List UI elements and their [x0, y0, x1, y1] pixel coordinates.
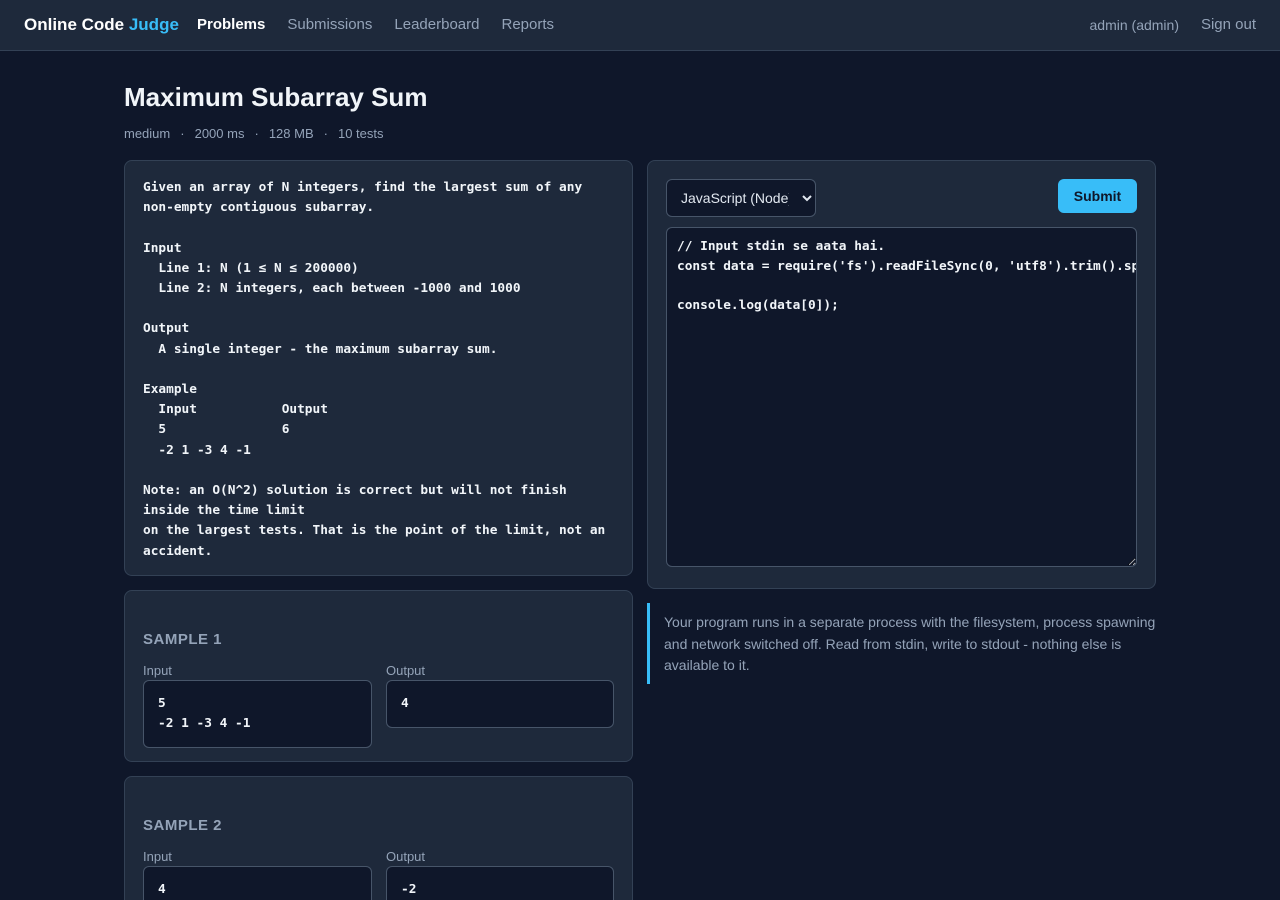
- brand-name: Online Code: [24, 15, 129, 34]
- submit-button[interactable]: Submit: [1058, 179, 1137, 213]
- separator: ·: [254, 126, 259, 141]
- problem-statement: Given an array of N integers, find the l…: [143, 180, 606, 559]
- language-select[interactable]: JavaScript (Node): [666, 179, 816, 217]
- sample-output-label: Output: [386, 849, 426, 864]
- time-limit: 2000 ms: [194, 126, 245, 141]
- sample-input-label: Input: [143, 849, 172, 864]
- nav-reports[interactable]: Reports: [501, 16, 554, 33]
- problem-statement-panel: Given an array of N integers, find the l…: [124, 160, 633, 576]
- test-count: 10 tests: [337, 126, 384, 141]
- nav-leaderboard[interactable]: Leaderboard: [394, 16, 479, 33]
- nav-submissions[interactable]: Submissions: [287, 16, 372, 33]
- problem-meta: medium · 2000 ms · 128 MB · 10 tests: [124, 126, 384, 141]
- sandbox-note: Your program runs in a separate process …: [647, 603, 1156, 684]
- sample-input-box: 4: [143, 866, 372, 900]
- sample-input-box: 5 -2 1 -3 4 -1: [143, 680, 372, 748]
- problem-title: Maximum Subarray Sum: [124, 82, 428, 112]
- main-nav: Problems Submissions Leaderboard Reports: [197, 16, 554, 33]
- separator: ·: [180, 126, 185, 141]
- sample-card: SAMPLE 2 Input Output 4 -2: [124, 776, 633, 900]
- sample-title: SAMPLE 1: [143, 631, 223, 648]
- nav-problems[interactable]: Problems: [197, 16, 265, 33]
- sample-input-label: Input: [143, 663, 172, 678]
- separator: ·: [323, 126, 328, 141]
- brand-logo[interactable]: Online Code Judge: [24, 15, 179, 35]
- current-user: admin (admin): [1089, 17, 1179, 33]
- top-navbar: Online Code Judge Problems Submissions L…: [0, 0, 1280, 51]
- brand-accent: Judge: [128, 15, 179, 34]
- signout-link[interactable]: Sign out: [1201, 16, 1256, 33]
- memory-limit: 128 MB: [268, 126, 314, 141]
- difficulty: medium: [124, 126, 171, 141]
- sample-output-label: Output: [386, 663, 426, 678]
- code-editor[interactable]: // Input stdin se aata hai. const data =…: [666, 227, 1137, 567]
- sample-output-box: -2: [386, 866, 614, 900]
- sample-card: SAMPLE 1 Input Output 5 -2 1 -3 4 -1 4: [124, 590, 633, 762]
- sample-output-box: 4: [386, 680, 614, 728]
- sample-title: SAMPLE 2: [143, 817, 223, 834]
- editor-panel: JavaScript (Node) Submit // Input stdin …: [647, 160, 1156, 589]
